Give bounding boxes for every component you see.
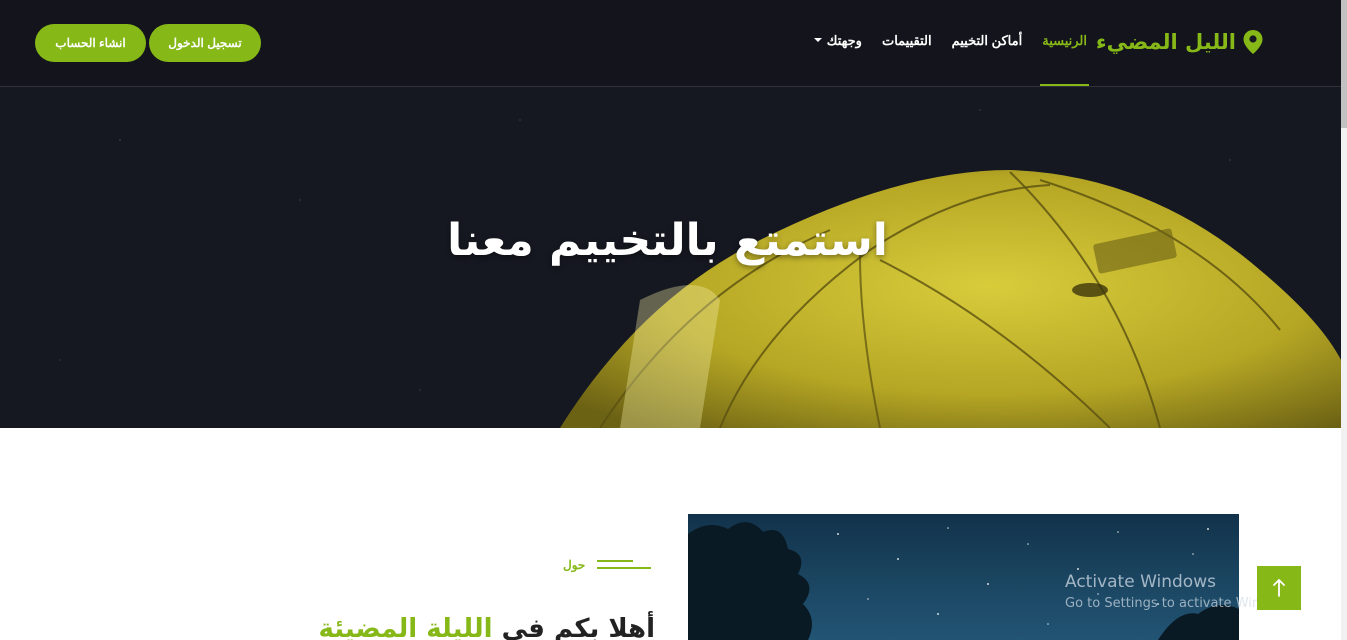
nav-item-destination-dropdown[interactable]: وجهتك [813, 33, 862, 49]
nav-item-home[interactable]: الرنيسية [1040, 33, 1089, 86]
nav-item-destination-label: وجهتك [826, 33, 862, 48]
login-button[interactable]: تسجيل الدخول [149, 24, 261, 62]
map-marker-icon [1242, 29, 1264, 55]
nav-item-camping-places[interactable]: أماكن التخييم [952, 33, 1023, 49]
about-heading: أهلا بكم في الليلة المضيئة [255, 614, 655, 640]
main-nav: الرنيسية أماكن التخييم التقييمات وجهتك [813, 33, 1089, 86]
back-to-top-button[interactable] [1257, 566, 1301, 610]
about-heading-accent: الليلة المضيئة [318, 614, 493, 640]
brand-logo[interactable]: الليل المضيء [1096, 28, 1264, 56]
about-section-tag: حول [563, 558, 652, 572]
about-heading-prefix: أهلا بكم في [501, 614, 655, 640]
scrollbar-thumb[interactable] [1341, 0, 1347, 128]
caret-down-icon [813, 37, 822, 42]
register-button[interactable]: انشاء الحساب [35, 24, 146, 62]
brand-name: الليل المضيء [1095, 30, 1236, 54]
page-scrollbar[interactable] [1341, 0, 1347, 640]
about-tag-label: حول [563, 558, 586, 572]
tag-lines-decoration [597, 560, 652, 570]
nav-item-reviews[interactable]: التقييمات [882, 33, 932, 49]
navbar: الليل المضيء الرنيسية أماكن التخييم التق… [0, 0, 1341, 87]
arrow-up-icon [1273, 579, 1285, 597]
hero-title: استمتع بالتخييم معنا [447, 215, 888, 266]
